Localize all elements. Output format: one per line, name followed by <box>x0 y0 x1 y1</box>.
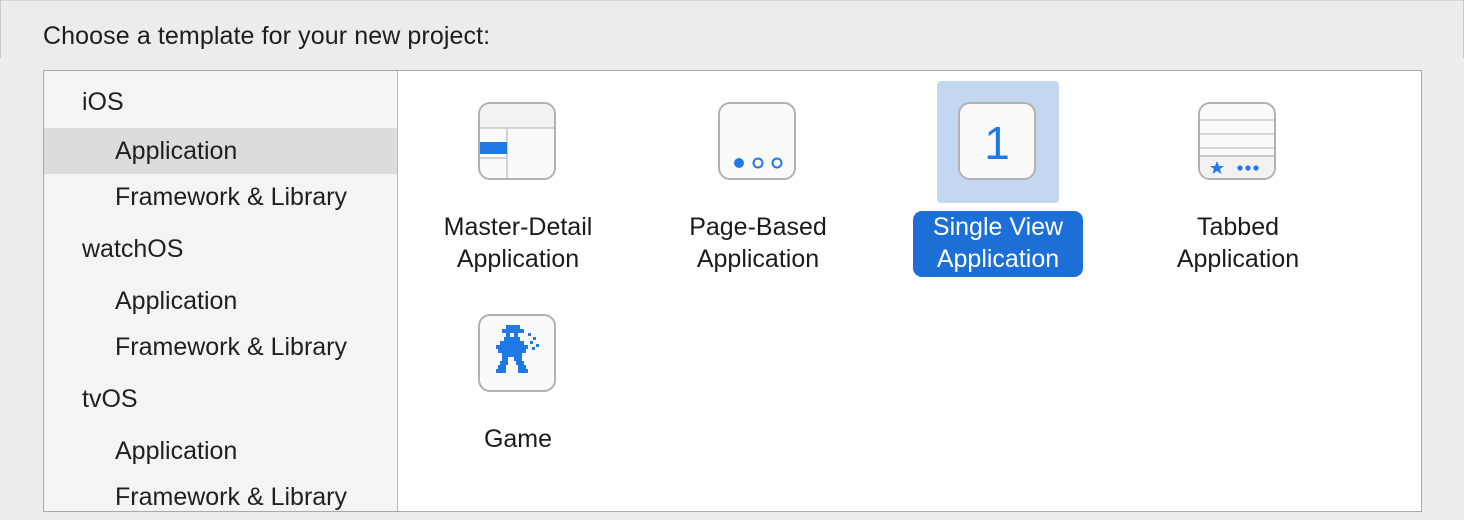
template-label: Page-Based Application <box>638 211 878 275</box>
platform-sidebar[interactable]: iOS Application Framework & Library watc… <box>44 71 398 511</box>
template-label-line2: Application <box>936 245 1060 273</box>
sidebar-item-ios[interactable]: iOS <box>44 79 397 125</box>
sidebar-item-ios-framework-library[interactable]: Framework & Library <box>44 174 397 220</box>
template-page-based[interactable]: Page-Based Application <box>638 81 878 281</box>
sidebar-item-tvos-framework-library[interactable]: Framework & Library <box>44 474 397 520</box>
sidebar-item-tvos-application[interactable]: Application <box>44 428 397 474</box>
template-label-line1: Game <box>483 425 553 453</box>
template-single-view[interactable]: 1 Single View Application <box>878 81 1118 281</box>
template-label-line2: Application <box>456 245 580 273</box>
template-chooser: iOS Application Framework & Library watc… <box>43 70 1422 512</box>
template-icon-frame: 1 <box>937 81 1059 203</box>
template-label-line1: Tabbed <box>1196 213 1280 241</box>
tabbed-icon <box>1198 102 1276 180</box>
template-label: Game <box>398 423 638 455</box>
template-label-line1: Single View <box>932 213 1064 241</box>
template-grid: Master-Detail Application Page-Based App… <box>398 71 1421 511</box>
selected-label-pill: Single View Application <box>912 211 1084 277</box>
template-icon-frame <box>457 81 579 203</box>
sidebar-item-tvos[interactable]: tvOS <box>44 376 397 422</box>
template-label-line2: Application <box>1176 245 1300 273</box>
window-top-border <box>0 0 1464 1</box>
master-detail-icon <box>478 102 556 180</box>
template-icon-frame <box>457 293 579 415</box>
single-view-icon: 1 <box>958 102 1036 180</box>
template-game[interactable]: Game <box>398 293 638 463</box>
template-label-line1: Master-Detail <box>443 213 593 241</box>
sidebar-item-watchos-application[interactable]: Application <box>44 278 397 324</box>
template-label: Master-Detail Application <box>398 211 638 275</box>
template-tabbed[interactable]: Tabbed Application <box>1118 81 1358 281</box>
template-label-line2: Application <box>696 245 820 273</box>
template-label: Single View Application <box>878 211 1118 277</box>
template-icon-frame <box>697 81 819 203</box>
single-view-icon-glyph: 1 <box>984 117 1010 169</box>
template-master-detail[interactable]: Master-Detail Application <box>398 81 638 281</box>
template-label-line1: Page-Based <box>689 213 827 241</box>
template-icon-frame <box>1177 81 1299 203</box>
page-based-icon <box>718 102 796 180</box>
sidebar-item-watchos[interactable]: watchOS <box>44 226 397 272</box>
template-label: Tabbed Application <box>1118 211 1358 275</box>
sidebar-item-ios-application[interactable]: Application <box>44 128 397 174</box>
window-left-border <box>0 0 1 58</box>
page-title: Choose a template for your new project: <box>43 22 491 50</box>
sidebar-item-watchos-framework-library[interactable]: Framework & Library <box>44 324 397 370</box>
game-icon <box>478 314 556 392</box>
